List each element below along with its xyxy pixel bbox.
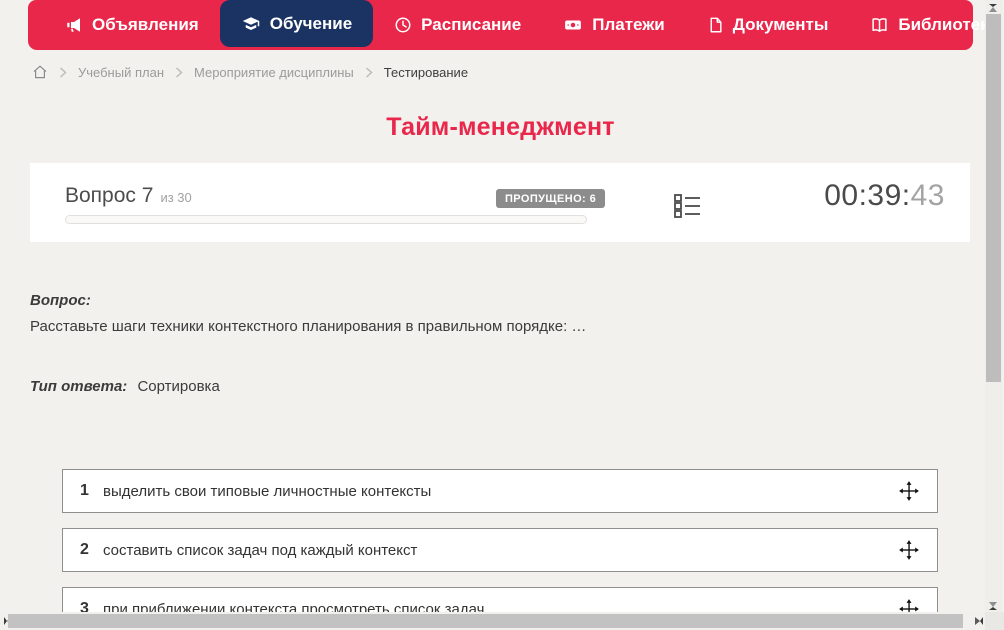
vertical-scrollbar-thumb[interactable] <box>986 14 1001 382</box>
answer-type-value: Сортировка <box>137 378 220 395</box>
tab-schedule[interactable]: Расписание <box>373 0 542 50</box>
sort-item-2[interactable]: 2 составить список задач под каждый конт… <box>62 528 938 572</box>
answer-type-row: Тип ответа: Сортировка <box>30 378 220 395</box>
tab-label: Обучение <box>269 13 353 33</box>
megaphone-icon <box>65 16 83 34</box>
question-list-button[interactable] <box>671 190 703 222</box>
sort-item-text: выделить свои типовые личностные контекс… <box>103 482 432 500</box>
tab-library[interactable]: Библиотека <box>849 0 1004 50</box>
skipped-badge: ПРОПУЩЕНО: 6 <box>496 189 606 208</box>
scroll-right-arrow[interactable] <box>975 617 983 625</box>
open-book-icon <box>870 16 889 34</box>
scroll-down-arrow[interactable] <box>989 602 997 610</box>
scroll-up-arrow[interactable] <box>989 4 997 12</box>
sort-item-1[interactable]: 1 выделить свои типовые личностные конте… <box>62 469 938 513</box>
page-title: Тайм-менеджмент <box>386 113 615 141</box>
breadcrumb-item-discipline-event[interactable]: Мероприятие дисциплины <box>194 65 354 80</box>
horizontal-scrollbar-thumb[interactable] <box>8 614 963 628</box>
tab-learning[interactable]: Обучение <box>219 0 374 47</box>
tab-announcements[interactable]: Объявления <box>44 0 220 50</box>
tab-label: Расписание <box>421 15 522 34</box>
question-header-card: Вопрос 7 из 30 ПРОПУЩЕНО: 6 00:39:43 <box>30 163 970 242</box>
tab-label: Платежи <box>592 15 665 34</box>
home-icon[interactable] <box>32 64 48 80</box>
tab-label: Объявления <box>92 15 199 34</box>
breadcrumb: Учебный план Мероприятие дисциплины Тест… <box>32 63 468 81</box>
drag-handle-icon[interactable] <box>898 480 920 502</box>
tab-label: Библиотека <box>898 15 999 34</box>
document-icon <box>707 16 724 34</box>
horizontal-scrollbar[interactable] <box>0 612 985 630</box>
clock-icon <box>394 16 412 34</box>
breadcrumb-item-testing: Тестирование <box>383 64 469 80</box>
graduation-cap-icon <box>241 15 261 33</box>
sort-item-number: 1 <box>80 482 89 499</box>
question-number-row: Вопрос 7 из 30 <box>65 184 192 208</box>
scrollbar-corner <box>985 612 1004 630</box>
tab-documents[interactable]: Документы <box>686 0 850 50</box>
sort-item-number: 2 <box>80 541 89 558</box>
question-number: Вопрос 7 <box>65 184 154 207</box>
breadcrumb-item-curriculum[interactable]: Учебный план <box>78 65 164 80</box>
question-prompt-label: Вопрос: <box>30 292 91 309</box>
tab-payments[interactable]: Платежи <box>542 0 686 50</box>
question-prompt-text: Расставьте шаги техники контекстного пла… <box>30 318 587 335</box>
top-navigation-bar: Объявления Обучение Расписание Платежи Д… <box>28 0 998 50</box>
answer-type-label: Тип ответа: <box>30 378 128 395</box>
cash-icon <box>563 16 583 34</box>
countdown-timer: 00:39:43 <box>824 179 945 213</box>
sort-item-text: составить список задач под каждый контек… <box>103 541 418 559</box>
chevron-right-icon <box>175 66 183 78</box>
timer-hh-mm: 00:39: <box>824 179 911 212</box>
tab-label: Документы <box>732 15 829 34</box>
chevron-right-icon <box>365 66 373 78</box>
question-progress-bar <box>65 215 587 224</box>
question-total: из 30 <box>160 190 192 205</box>
vertical-scrollbar[interactable] <box>985 0 1002 612</box>
drag-handle-icon[interactable] <box>898 539 920 561</box>
chevron-right-icon <box>59 66 67 78</box>
timer-seconds: 43 <box>910 179 945 212</box>
